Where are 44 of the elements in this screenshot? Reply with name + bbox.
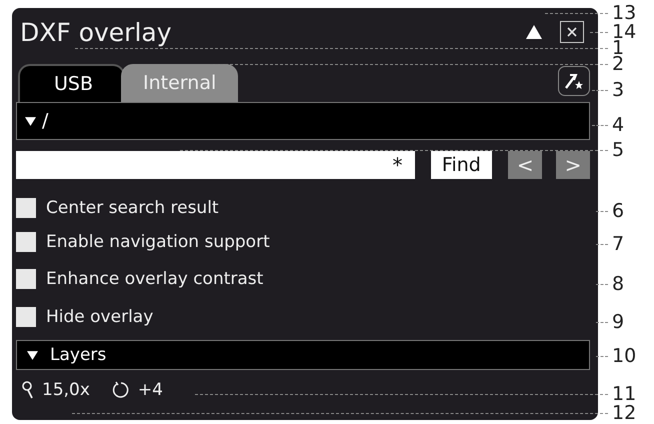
callout-number: 12 [612, 404, 636, 422]
option-label: Center search result [46, 198, 219, 218]
caret-icon [25, 116, 36, 126]
search-field[interactable]: * [16, 151, 414, 179]
zoom-value: 15,0x [42, 380, 90, 400]
window-title: DXF overlay [19, 18, 172, 46]
checkbox[interactable] [16, 198, 36, 218]
layers-label: Layers [50, 345, 106, 365]
callout-number: 6 [612, 202, 624, 220]
callout-number: 5 [612, 140, 624, 160]
option-label: Enhance overlay contrast [46, 269, 264, 289]
callout-number: 11 [612, 384, 636, 404]
rotation-icon [112, 381, 130, 399]
callout-number: 10 [612, 346, 636, 366]
caret-icon [27, 350, 38, 360]
layers-header[interactable]: Layers [16, 340, 590, 370]
callout-number: 7 [612, 234, 624, 254]
collapse-icon[interactable] [526, 25, 542, 39]
callout-number: 4 [612, 116, 624, 134]
close-icon[interactable] [560, 21, 584, 43]
option-label: Enable navigation support [46, 232, 270, 252]
option-label: Hide overlay [46, 307, 154, 327]
path-text: / [42, 110, 48, 132]
next-button[interactable]: > [556, 151, 590, 179]
leader-line [592, 124, 608, 126]
callout-number: 2 [612, 54, 624, 74]
wand-icon [564, 72, 584, 90]
callout-number: 14 [612, 22, 636, 42]
tab[interactable]: USB [18, 64, 126, 102]
callout-number: 8 [612, 274, 624, 294]
find-button[interactable]: Find [430, 151, 492, 179]
magnifier-icon [22, 381, 34, 399]
leader-line [545, 12, 608, 14]
leader-line [596, 210, 608, 212]
rotation-value: +4 [138, 380, 163, 400]
callout-number: 3 [612, 80, 624, 100]
checkbox[interactable] [16, 269, 36, 289]
checkbox[interactable] [16, 232, 36, 252]
path-bar[interactable]: / [16, 102, 590, 140]
wand-button[interactable] [558, 66, 590, 96]
callout-number: 9 [612, 312, 624, 332]
checkbox[interactable] [16, 307, 36, 327]
callout-number: 13 [612, 4, 636, 22]
previous-button[interactable]: < [508, 151, 542, 179]
